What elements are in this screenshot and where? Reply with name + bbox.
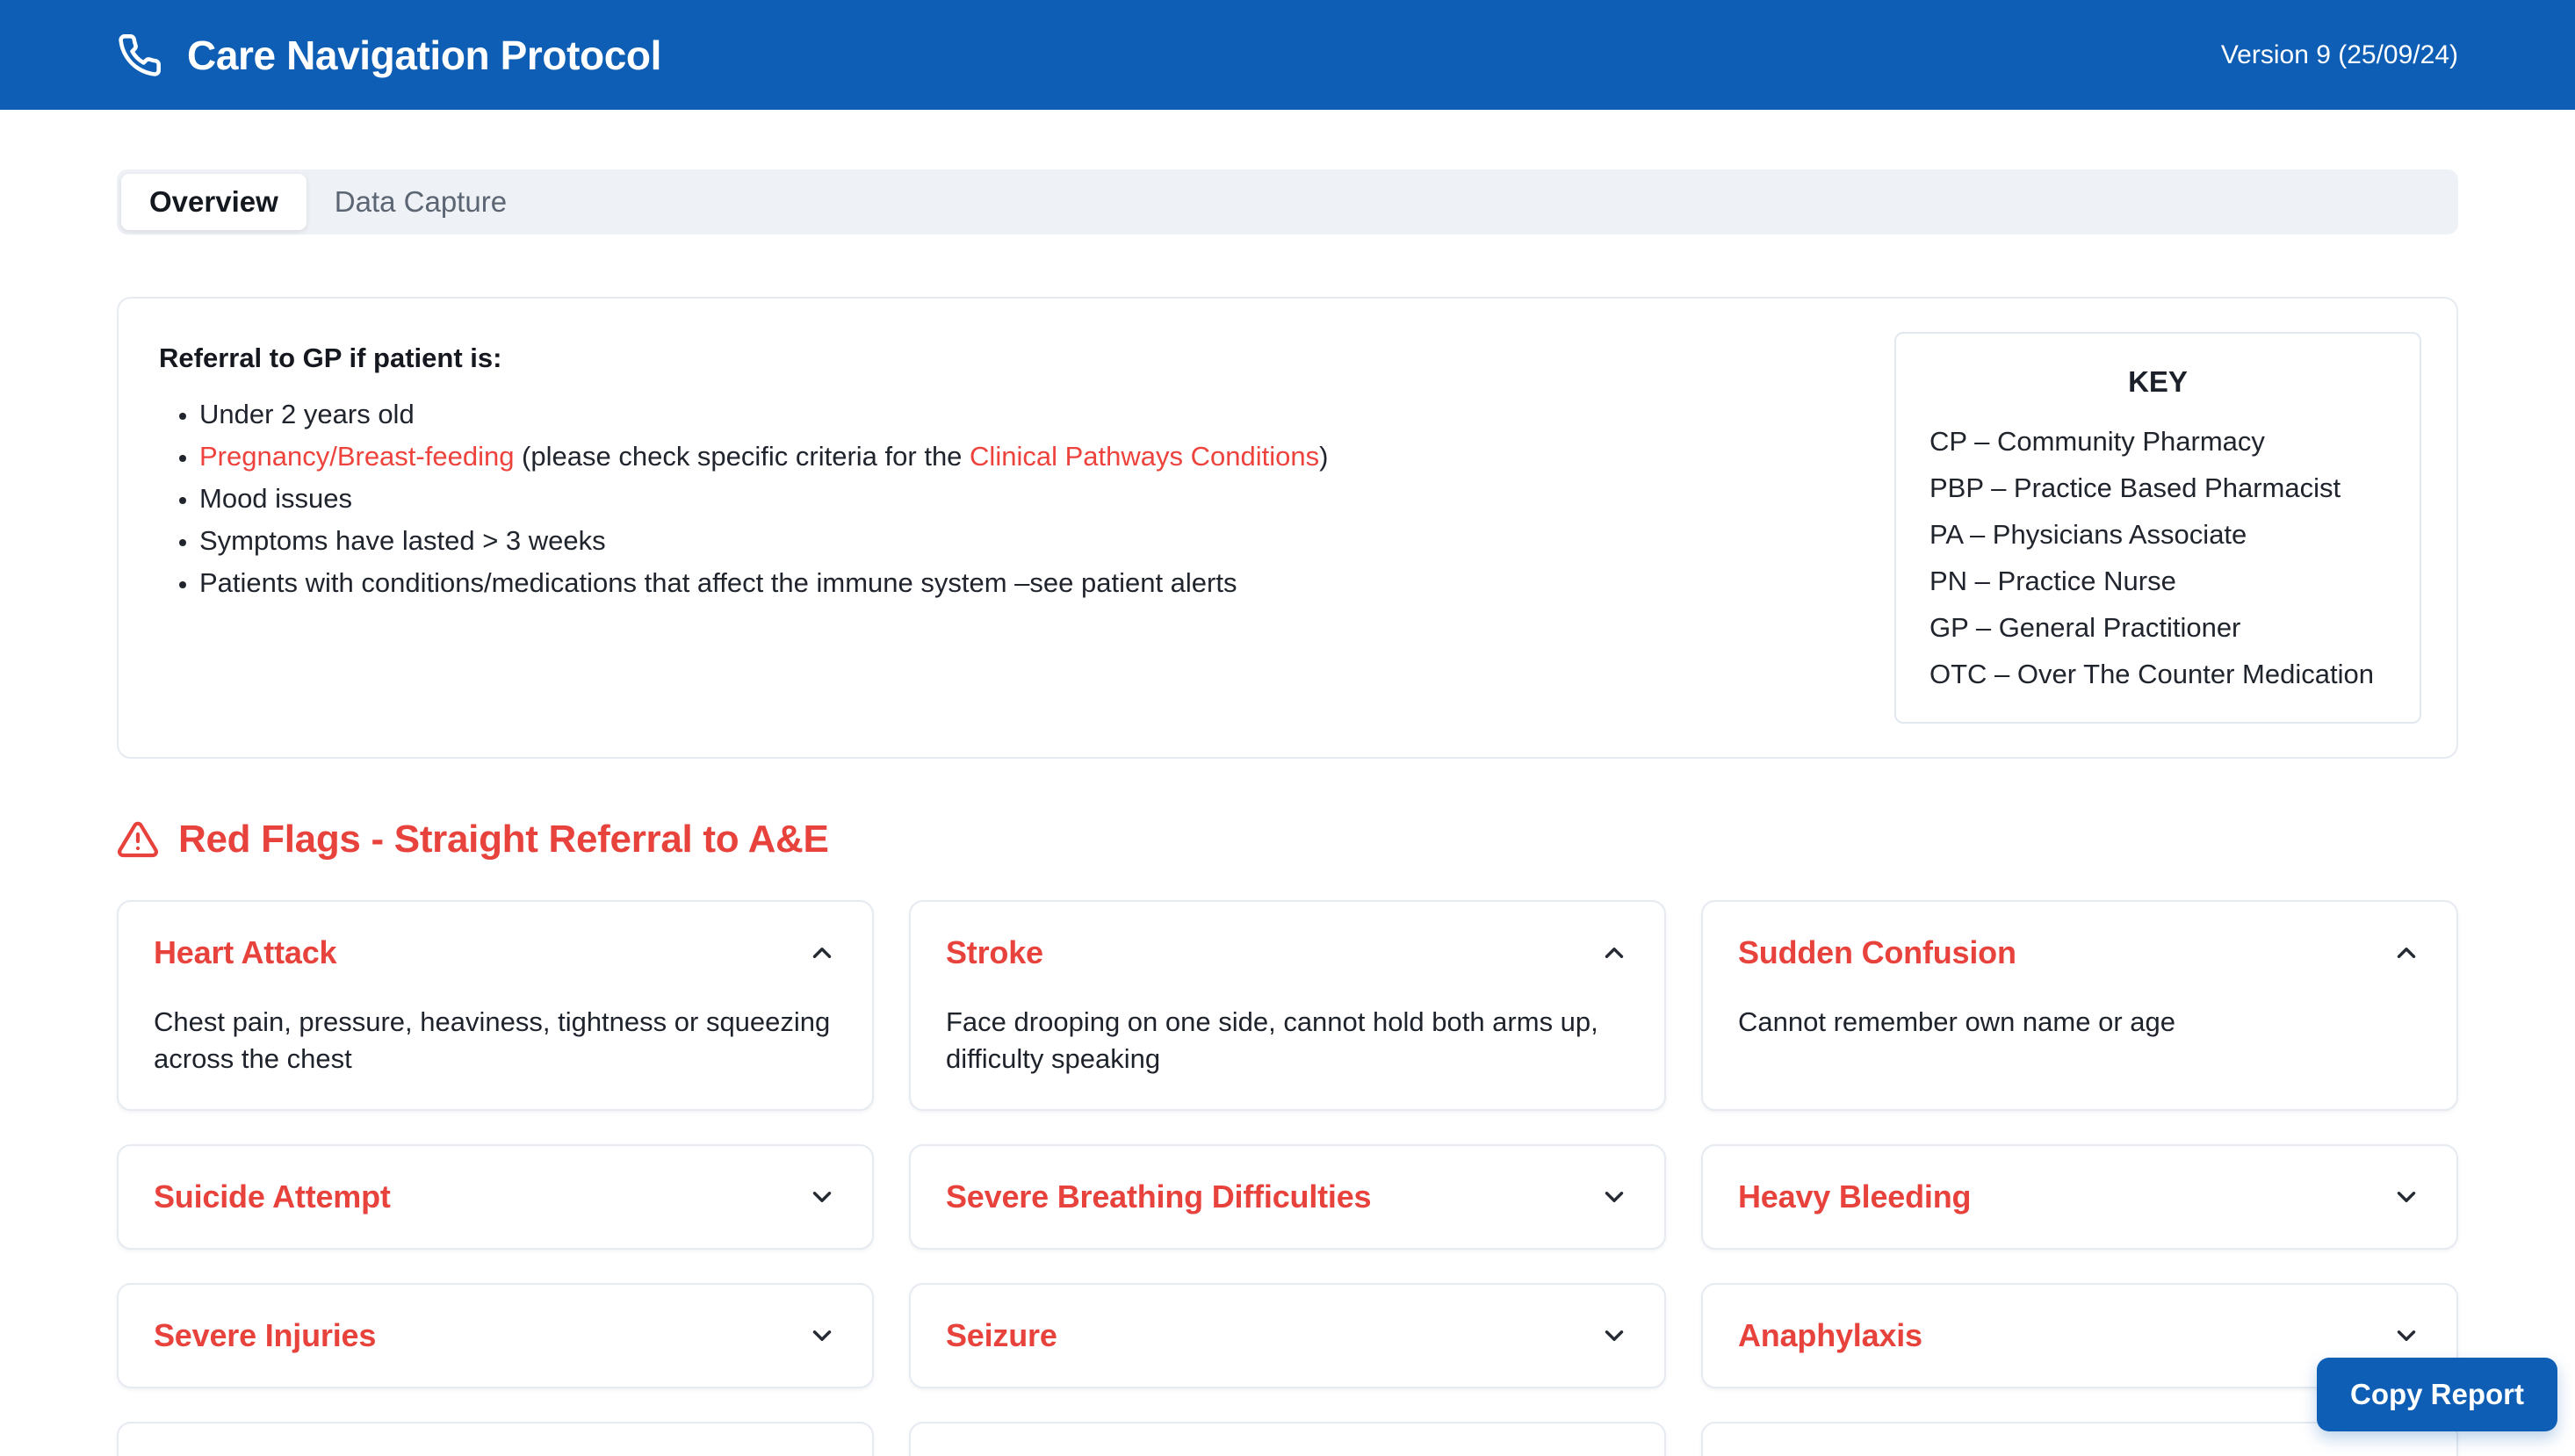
- referral-item-text: ): [1319, 441, 1328, 472]
- chevron-down-icon: [1599, 1321, 1629, 1351]
- condition-card-header-severe-breathing-difficulties[interactable]: Severe Breathing Difficulties: [946, 1178, 1629, 1216]
- referral-item: Under 2 years old: [199, 393, 1328, 436]
- referral-criteria: Referral to GP if patient is: Under 2 ye…: [154, 332, 1328, 724]
- red-flags-heading-text: Red Flags - Straight Referral to A&E: [178, 817, 829, 861]
- app-header: Care Navigation Protocol Version 9 (25/0…: [0, 0, 2575, 110]
- condition-card-sepsis-in-baby-or-young-child: SEPSIS in Baby or Young Child: [909, 1422, 1666, 1456]
- referral-item-text: (please check specific criteria for the: [514, 441, 970, 472]
- condition-description: Face drooping on one side, cannot hold b…: [946, 1004, 1629, 1078]
- key-item: PBP – Practice Based Pharmacist: [1929, 465, 2386, 511]
- chevron-down-icon: [807, 1182, 837, 1212]
- condition-title: Sudden Confusion: [1738, 933, 2016, 972]
- chevron-down-icon: [1599, 1182, 1629, 1212]
- referral-panel: Referral to GP if patient is: Under 2 ye…: [117, 297, 2458, 759]
- condition-description: Chest pain, pressure, heaviness, tightne…: [154, 1004, 837, 1078]
- condition-title: Stroke: [946, 933, 1043, 972]
- phone-icon: [117, 32, 162, 78]
- condition-card-sudden-confusion: Sudden Confusion Cannot remember own name…: [1701, 900, 2458, 1111]
- referral-item-text: Mood issues: [199, 483, 352, 514]
- key-item: PN – Practice Nurse: [1929, 558, 2386, 604]
- condition-card-suicide-attempt: Suicide Attempt: [117, 1144, 874, 1250]
- red-flags-heading: Red Flags - Straight Referral to A&E: [117, 817, 2458, 861]
- condition-title: Seizure: [946, 1316, 1057, 1355]
- chevron-up-icon: [1599, 938, 1629, 968]
- referral-item-text: Patients with conditions/medications tha…: [199, 567, 1237, 598]
- tab-bar: OverviewData Capture: [117, 169, 2458, 234]
- referral-heading: Referral to GP if patient is:: [159, 342, 1328, 374]
- condition-card-severe-breathing-difficulties: Severe Breathing Difficulties: [909, 1144, 1666, 1250]
- condition-card-header-suicide-attempt[interactable]: Suicide Attempt: [154, 1178, 837, 1216]
- condition-card-header-stroke[interactable]: Stroke: [946, 933, 1629, 972]
- chevron-up-icon: [2391, 938, 2421, 968]
- condition-card-header-heart-attack[interactable]: Heart Attack: [154, 933, 837, 972]
- condition-title: Heavy Bleeding: [1738, 1178, 1971, 1216]
- referral-item: Patients with conditions/medications tha…: [199, 562, 1328, 604]
- key-item: GP – General Practitioner: [1929, 604, 2386, 651]
- warning-triangle-icon: [117, 818, 159, 861]
- clinical-pathways-link[interactable]: Clinical Pathways Conditions: [970, 441, 1319, 472]
- key-item: PA – Physicians Associate: [1929, 511, 2386, 558]
- condition-card-heart-attack: Heart Attack Chest pain, pressure, heavin…: [117, 900, 874, 1111]
- chevron-down-icon: [2391, 1182, 2421, 1212]
- condition-card-header-severe-injuries[interactable]: Severe Injuries: [154, 1316, 837, 1355]
- condition-title: Severe Breathing Difficulties: [946, 1178, 1371, 1216]
- key-list: CP – Community PharmacyPBP – Practice Ba…: [1929, 418, 2386, 697]
- tab-overview[interactable]: Overview: [121, 174, 307, 230]
- condition-card-heavy-bleeding: Heavy Bleeding: [1701, 1144, 2458, 1250]
- referral-item: Pregnancy/Breast-feeding (please check s…: [199, 436, 1328, 478]
- condition-card-severe-injuries: Severe Injuries: [117, 1283, 874, 1388]
- condition-card-header-heavy-bleeding[interactable]: Heavy Bleeding: [1738, 1178, 2421, 1216]
- key-item: CP – Community Pharmacy: [1929, 418, 2386, 465]
- referral-item: Mood issues: [199, 478, 1328, 520]
- condition-card-header-seizure[interactable]: Seizure: [946, 1316, 1629, 1355]
- referral-item-text: Symptoms have lasted > 3 weeks: [199, 525, 606, 556]
- copy-report-button[interactable]: Copy Report: [2317, 1358, 2557, 1431]
- pregnancy-emphasis: Pregnancy/Breast-feeding: [199, 441, 514, 472]
- condition-card-header-sudden-confusion[interactable]: Sudden Confusion: [1738, 933, 2421, 972]
- condition-title: Suicide Attempt: [154, 1178, 391, 1216]
- version-label: Version 9 (25/09/24): [2221, 40, 2458, 70]
- red-flag-cards-grid: Heart Attack Chest pain, pressure, heavin…: [117, 900, 2458, 1456]
- page-title: Care Navigation Protocol: [187, 32, 661, 79]
- condition-card-header-anaphylaxis[interactable]: Anaphylaxis: [1738, 1316, 2421, 1355]
- condition-card-stroke: Stroke Face drooping on one side, cannot …: [909, 900, 1666, 1111]
- chevron-down-icon: [807, 1321, 837, 1351]
- referral-list: Under 2 years old Pregnancy/Breast-feedin…: [154, 393, 1328, 604]
- key-title: KEY: [1929, 365, 2386, 399]
- key-box: KEY CP – Community PharmacyPBP – Practic…: [1894, 332, 2421, 724]
- condition-card-meningitis: Meningitis: [117, 1422, 874, 1456]
- tab-data-capture[interactable]: Data Capture: [307, 174, 535, 230]
- main-content: OverviewData Capture Referral to GP if p…: [0, 169, 2575, 1456]
- chevron-up-icon: [807, 938, 837, 968]
- referral-item: Symptoms have lasted > 3 weeks: [199, 520, 1328, 562]
- condition-title: Heart Attack: [154, 933, 336, 972]
- referral-item-text: Under 2 years old: [199, 399, 415, 429]
- condition-title: Severe Injuries: [154, 1316, 376, 1355]
- key-item: OTC – Over The Counter Medication: [1929, 651, 2386, 697]
- condition-title: Anaphylaxis: [1738, 1316, 1922, 1355]
- condition-description: Cannot remember own name or age: [1738, 1004, 2421, 1041]
- condition-card-seizure: Seizure: [909, 1283, 1666, 1388]
- chevron-down-icon: [2391, 1321, 2421, 1351]
